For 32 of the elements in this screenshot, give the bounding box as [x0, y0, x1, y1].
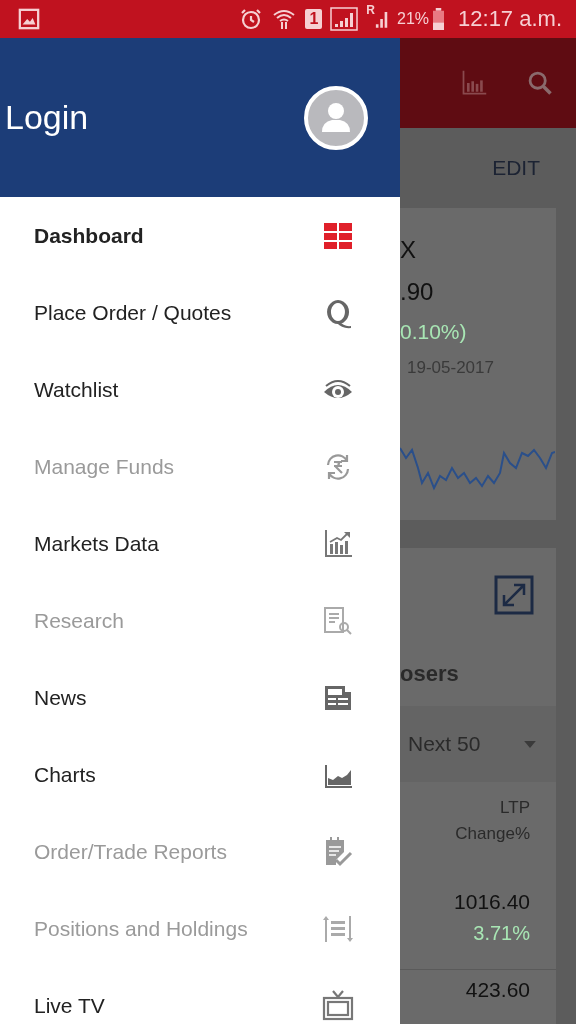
drawer-title[interactable]: Login — [5, 98, 89, 137]
search-icon[interactable] — [526, 69, 554, 97]
bar-chart-icon — [322, 527, 354, 560]
roaming-indicator: R — [366, 3, 375, 17]
expand-icon[interactable] — [494, 575, 534, 615]
column-header: Change% — [455, 824, 530, 844]
card-title: osers — [400, 660, 460, 688]
menu-item[interactable]: Watchlist — [0, 351, 400, 428]
index-value: .90 — [400, 278, 435, 307]
sim-icon: 1 — [305, 9, 323, 29]
image-icon — [18, 8, 40, 30]
index-change: 0.10%) — [400, 320, 468, 345]
battery-level: 21% — [397, 10, 430, 28]
menu-item[interactable]: Live TV — [0, 967, 400, 1024]
caret-icon — [524, 740, 536, 748]
battery-icon — [433, 8, 445, 30]
menu-item[interactable]: Markets Data — [0, 505, 400, 582]
menu-item[interactable]: Dashboard — [0, 197, 400, 274]
change-value: 3.71% — [473, 922, 530, 945]
tv-icon — [322, 989, 354, 1022]
index-name: X — [400, 236, 417, 265]
menu-item[interactable]: News — [0, 659, 400, 736]
ltp-value: 1016.40 — [454, 890, 530, 914]
bar-chart-icon[interactable] — [460, 69, 488, 97]
column-header: LTP — [500, 798, 530, 818]
document-search-icon — [322, 604, 354, 637]
ltp-value: 423.60 — [465, 978, 530, 1002]
clock: 12:17 a.m. — [458, 6, 562, 32]
avatar-icon[interactable] — [304, 85, 368, 150]
menu-item[interactable]: Charts — [0, 736, 400, 813]
menu-item[interactable]: Place Order / Quotes — [0, 274, 400, 351]
signal-icon — [330, 7, 359, 31]
